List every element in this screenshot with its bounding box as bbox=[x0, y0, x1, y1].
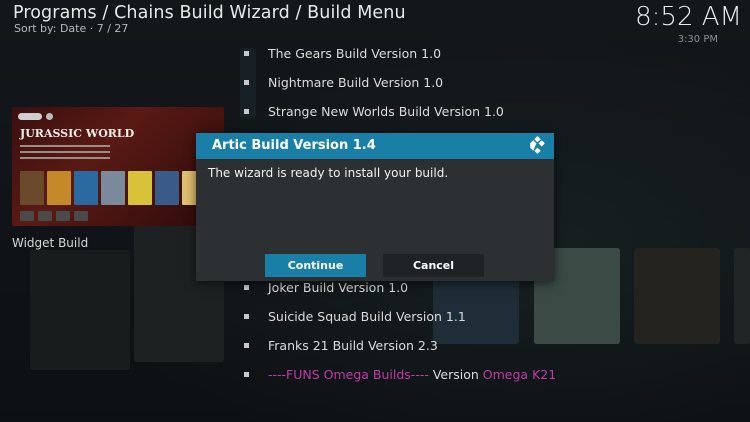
list-item[interactable]: Franks 21 Build Version 2.3 bbox=[244, 338, 438, 353]
thumbnail-poster bbox=[128, 171, 152, 205]
bullet-icon bbox=[244, 80, 249, 85]
breadcrumb: Programs / Chains Build Wizard / Build M… bbox=[13, 3, 406, 23]
omega-version: Omega K21 bbox=[482, 367, 557, 382]
bullet-icon bbox=[244, 285, 249, 290]
list-item[interactable]: Strange New Worlds Build Version 1.0 bbox=[244, 104, 504, 119]
install-dialog: Artic Build Version 1.4 The wizard is re… bbox=[196, 133, 554, 281]
thumbnail-poster bbox=[74, 171, 98, 205]
thumbnail-toolbar bbox=[18, 113, 53, 120]
list-item-label: Strange New Worlds Build Version 1.0 bbox=[268, 104, 504, 119]
omega-builds-prefix: ----FUNS Omega Builds---- bbox=[268, 367, 429, 382]
bullet-icon bbox=[244, 314, 249, 319]
widget-thumbnail[interactable]: JURASSIC WORLD bbox=[12, 107, 224, 226]
thumbnail-dot bbox=[46, 113, 53, 120]
thumbnail-poster bbox=[20, 171, 44, 205]
list-item[interactable]: The Gears Build Version 1.0 bbox=[244, 46, 441, 61]
bullet-icon bbox=[244, 372, 249, 377]
thumbnail-bottom-row bbox=[20, 211, 88, 221]
list-item[interactable]: Joker Build Version 1.0 bbox=[244, 280, 408, 295]
kodi-logo-icon bbox=[530, 136, 545, 154]
dialog-title: Artic Build Version 1.4 bbox=[212, 138, 376, 153]
thumbnail-poster-row bbox=[20, 171, 206, 205]
list-item-label: The Gears Build Version 1.0 bbox=[268, 46, 442, 61]
widget-build-label: Widget Build bbox=[12, 236, 89, 250]
dialog-message: The wizard is ready to install your buil… bbox=[208, 166, 449, 180]
separator: · bbox=[89, 22, 94, 35]
continue-button[interactable]: Continue bbox=[265, 254, 366, 277]
list-item-label: Joker Build Version 1.0 bbox=[268, 280, 409, 295]
cancel-button[interactable]: Cancel bbox=[383, 254, 484, 277]
sort-label: Sort by: Date bbox=[14, 22, 87, 35]
list-item-label: Nightmare Build Version 1.0 bbox=[268, 75, 444, 90]
list-item-label: Suicide Squad Build Version 1.1 bbox=[268, 309, 466, 324]
dialog-header: Artic Build Version 1.4 bbox=[196, 133, 554, 159]
thumbnail-poster bbox=[47, 171, 71, 205]
sort-info: Sort by: Date · 7 / 27 bbox=[14, 22, 128, 35]
bullet-icon bbox=[244, 343, 249, 348]
list-item[interactable]: Suicide Squad Build Version 1.1 bbox=[244, 309, 466, 324]
thumbnail-poster bbox=[101, 171, 125, 205]
bullet-icon bbox=[244, 51, 249, 56]
item-position: 7 / 27 bbox=[96, 22, 129, 35]
bullet-icon bbox=[244, 109, 249, 114]
secondary-clock: 3:30 PM bbox=[677, 34, 718, 45]
version-label: Version bbox=[432, 367, 479, 382]
clock: 8:52 AM bbox=[635, 2, 742, 32]
thumbnail-text-lines bbox=[20, 145, 110, 163]
list-item-label: Franks 21 Build Version 2.3 bbox=[268, 338, 438, 353]
thumbnail-title: JURASSIC WORLD bbox=[20, 127, 135, 140]
thumbnail-poster bbox=[155, 171, 179, 205]
thumbnail-pill bbox=[18, 113, 42, 120]
list-item[interactable]: ----FUNS Omega Builds---- Version Omega … bbox=[244, 367, 556, 382]
list-item[interactable]: Nightmare Build Version 1.0 bbox=[244, 75, 443, 90]
